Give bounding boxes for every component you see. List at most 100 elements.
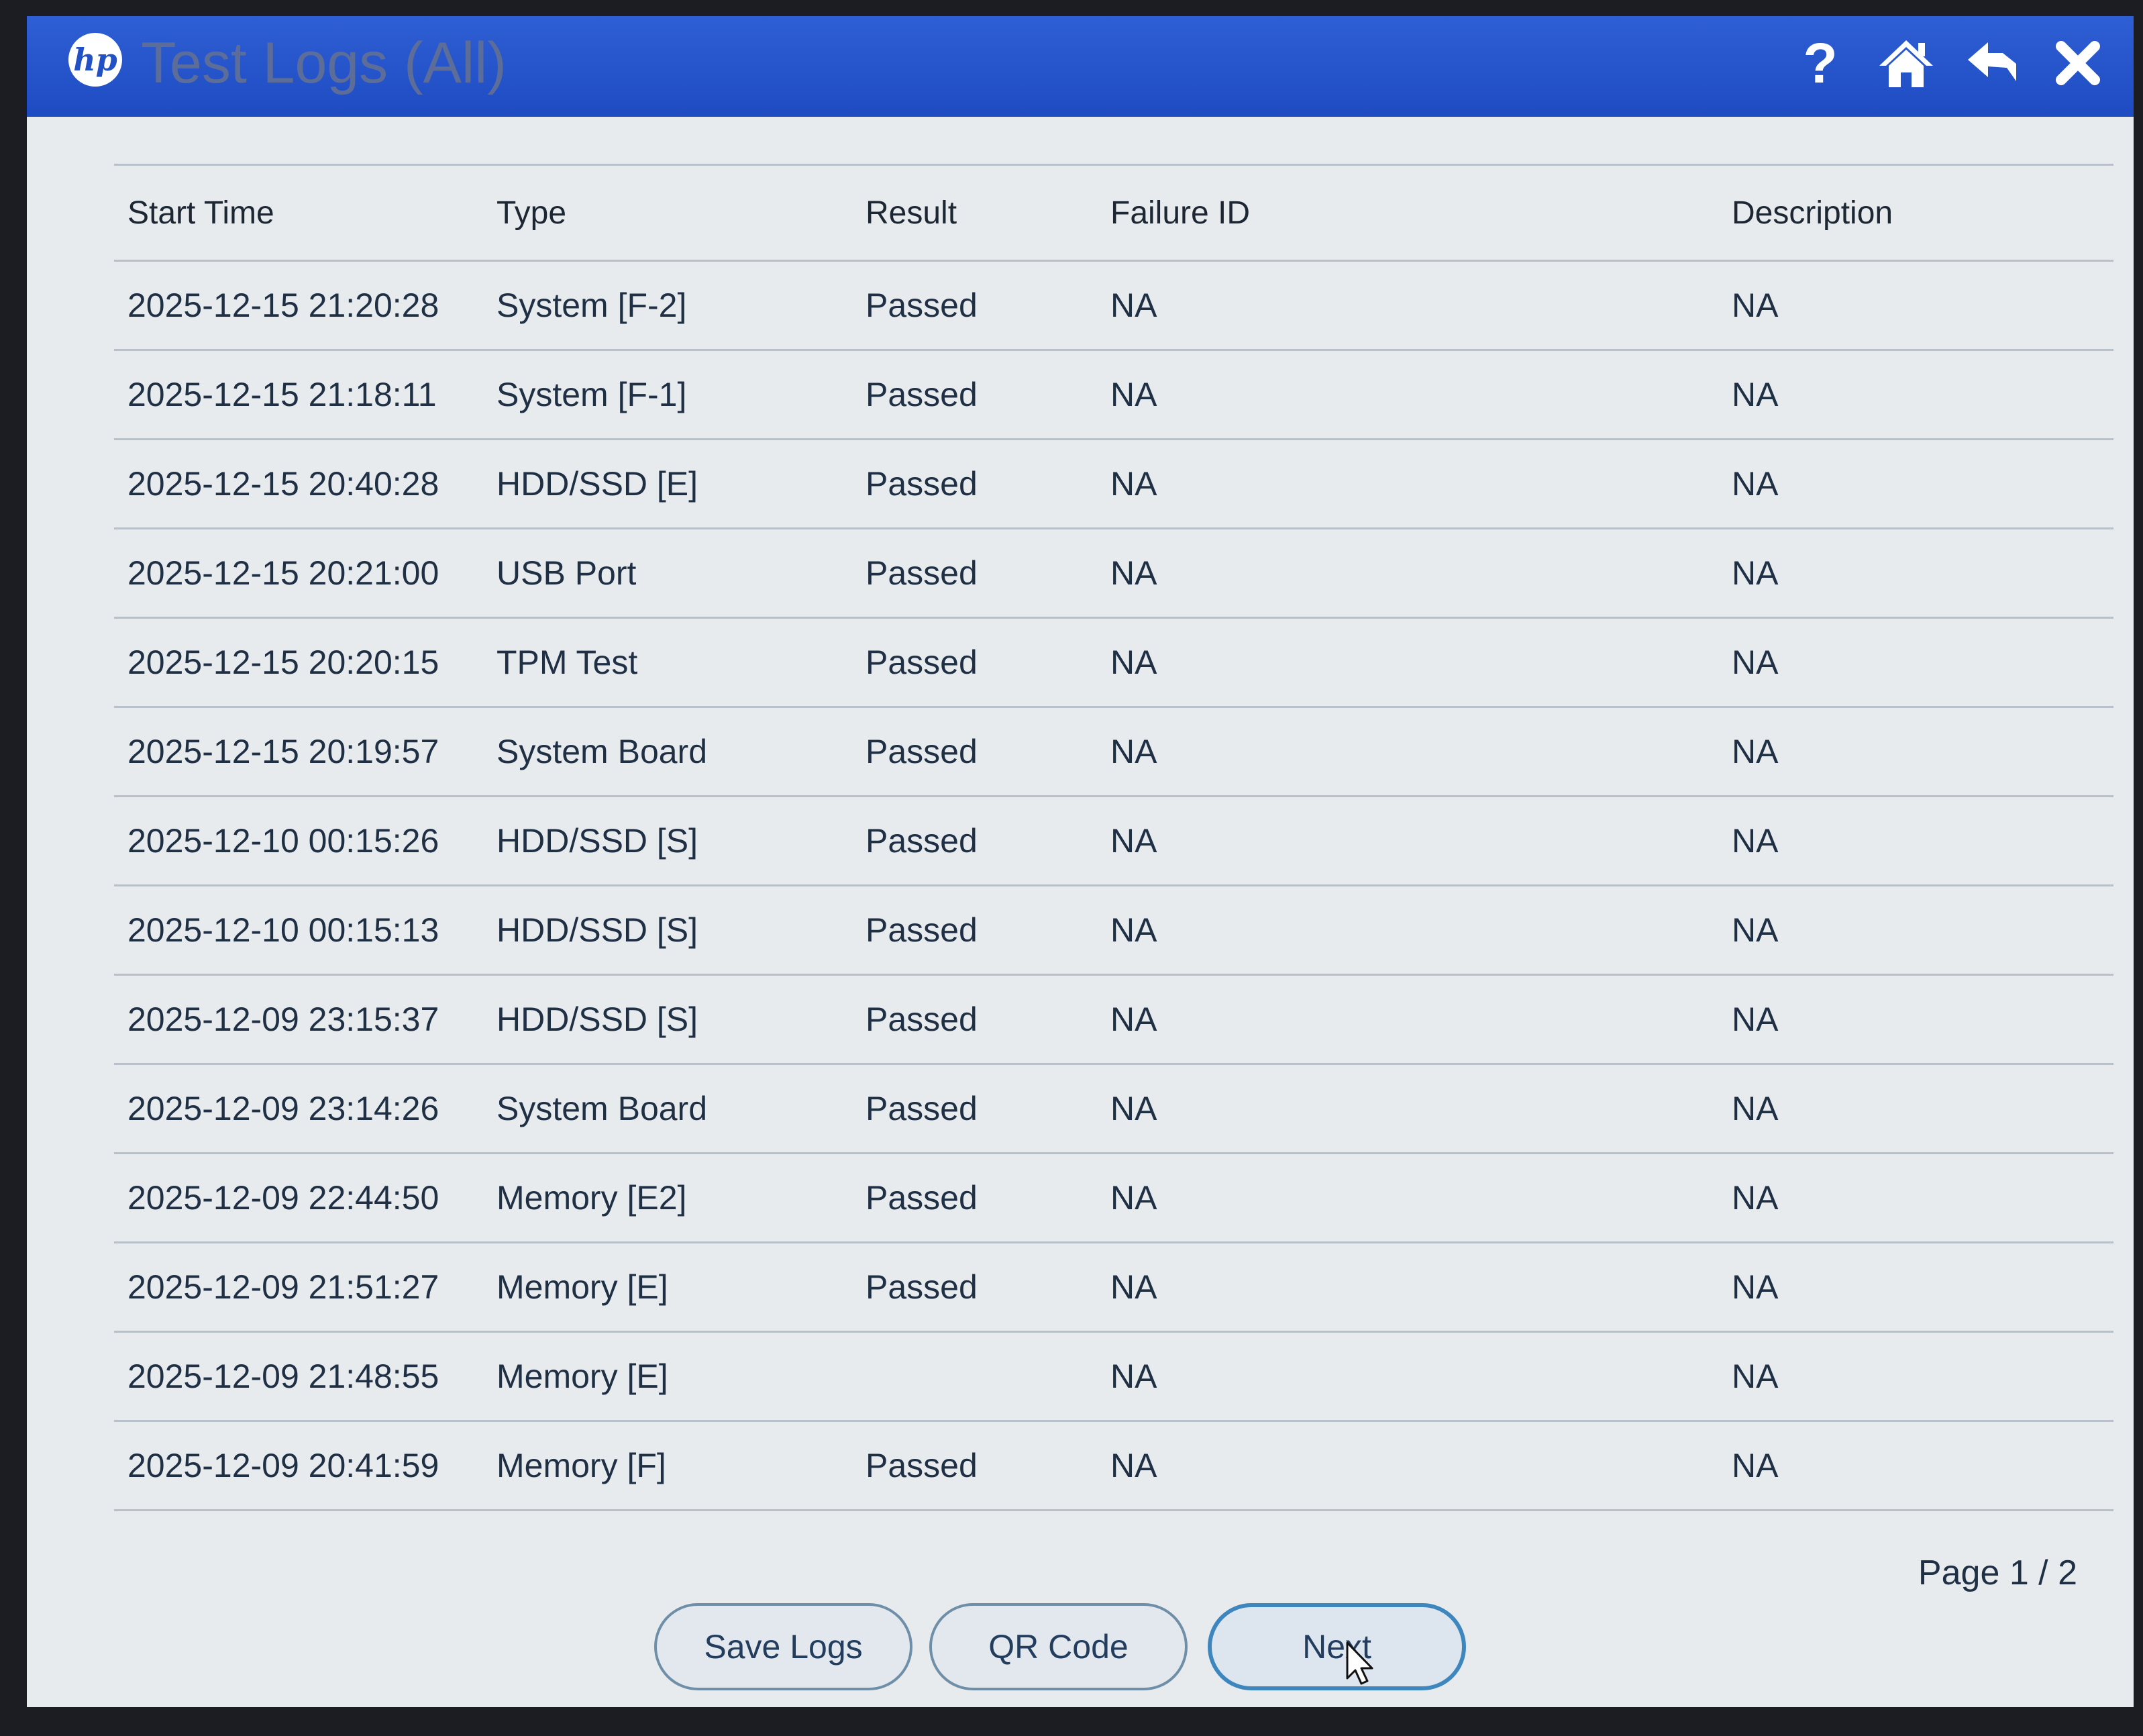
failure-id-cell: NA	[1110, 644, 1157, 681]
table-row: 2025-12-09 23:15:37 HDD/SSD [S] Passed NA NA	[114, 976, 2113, 1065]
column-header-result: Result	[866, 195, 957, 231]
start-time-cell: 2025-12-09 20:41:59	[127, 1447, 439, 1484]
failure-id-cell: NA	[1110, 376, 1157, 413]
next-button[interactable]: Next	[1208, 1603, 1466, 1690]
type-cell: System [F-2]	[496, 287, 687, 324]
description-cell: NA	[1732, 1358, 1779, 1395]
start-time-cell: 2025-12-09 23:14:26	[127, 1090, 439, 1127]
start-time-cell: 2025-12-15 20:19:57	[127, 733, 439, 770]
type-cell: HDD/SSD [E]	[496, 465, 698, 503]
result-cell: Passed	[866, 1001, 978, 1038]
table-row: 2025-12-15 21:20:28 System [F-2] Passed NA N…	[114, 262, 2113, 351]
type-cell: System Board	[496, 733, 708, 770]
result-cell: Passed	[866, 1447, 978, 1484]
table-row: 2025-12-10 00:15:13 HDD/SSD [S] Passed NA NA	[114, 886, 2113, 976]
type-cell: System Board	[496, 1090, 708, 1127]
description-cell: NA	[1732, 554, 1779, 592]
start-time-cell: 2025-12-15 20:21:00	[127, 554, 439, 592]
description-cell: NA	[1732, 465, 1779, 503]
type-cell: Memory [F]	[496, 1447, 666, 1484]
type-cell: Memory [E2]	[496, 1179, 687, 1217]
start-time-cell: 2025-12-15 20:20:15	[127, 644, 439, 681]
start-time-cell: 2025-12-15 21:18:11	[127, 376, 437, 413]
failure-id-cell: NA	[1110, 1001, 1157, 1038]
start-time-cell: 2025-12-09 22:44:50	[127, 1179, 439, 1217]
type-cell: USB Port	[496, 554, 637, 592]
description-cell: NA	[1732, 1090, 1779, 1127]
help-glyph: ?	[1803, 32, 1838, 95]
hp-logo: hp	[68, 33, 122, 87]
start-time-cell: 2025-12-09 21:48:55	[127, 1358, 439, 1395]
back-icon[interactable]	[1955, 30, 2029, 97]
table-row: 2025-12-09 23:14:26 System Board Passed NA N…	[114, 1065, 2113, 1154]
window-title: Test Logs (All)	[141, 31, 507, 95]
page-indicator: Page 1 / 2	[1918, 1553, 2077, 1592]
failure-id-cell: NA	[1110, 1090, 1157, 1127]
failure-id-cell: NA	[1110, 1358, 1157, 1395]
table-row: 2025-12-09 22:44:50 Memory [E2] Passed NA NA	[114, 1154, 2113, 1243]
description-cell: NA	[1732, 1179, 1779, 1217]
type-cell: Memory [E]	[496, 1268, 668, 1306]
type-cell: HDD/SSD [S]	[496, 822, 698, 860]
type-cell: System [F-1]	[496, 376, 687, 413]
type-cell: TPM Test	[496, 644, 638, 681]
start-time-cell: 2025-12-09 23:15:37	[127, 1001, 439, 1038]
failure-id-cell: NA	[1110, 1447, 1157, 1484]
table-body: 2025-12-15 21:20:28 System [F-2] Passed NA N…	[114, 262, 2113, 1511]
description-cell: NA	[1732, 287, 1779, 324]
table-row: 2025-12-09 21:48:55 Memory [E] NA NA	[114, 1333, 2113, 1422]
start-time-cell: 2025-12-15 20:40:28	[127, 465, 439, 503]
description-cell: NA	[1732, 644, 1779, 681]
description-cell: NA	[1732, 1447, 1779, 1484]
result-cell: Passed	[866, 554, 978, 592]
table-row: 2025-12-09 20:41:59 Memory [F] Passed NA NA	[114, 1422, 2113, 1511]
description-cell: NA	[1732, 1268, 1779, 1306]
start-time-cell: 2025-12-10 00:15:26	[127, 822, 439, 860]
table-row: 2025-12-15 20:21:00 USB Port Passed NA NA	[114, 529, 2113, 619]
table-row: 2025-12-15 20:20:15 TPM Test Passed NA NA	[114, 619, 2113, 708]
type-cell: HDD/SSD [S]	[496, 1001, 698, 1038]
table-row: 2025-12-15 20:19:57 System Board Passed NA N…	[114, 708, 2113, 797]
failure-id-cell: NA	[1110, 1268, 1157, 1306]
table-row: 2025-12-15 20:40:28 HDD/SSD [E] Passed NA NA	[114, 440, 2113, 529]
test-logs-table: Start Time Type Result Failure ID Descri…	[114, 164, 2113, 1511]
failure-id-cell: NA	[1110, 1179, 1157, 1217]
failure-id-cell: NA	[1110, 465, 1157, 503]
description-cell: NA	[1732, 733, 1779, 770]
column-header-failure-id: Failure ID	[1110, 195, 1251, 231]
column-header-start-time: Start Time	[127, 195, 274, 231]
result-cell: Passed	[866, 376, 978, 413]
description-cell: NA	[1732, 376, 1779, 413]
description-cell: NA	[1732, 911, 1779, 949]
table-header: Start Time Type Result Failure ID Descri…	[114, 164, 2113, 262]
result-cell: Passed	[866, 465, 978, 503]
qr-code-button[interactable]: QR Code	[929, 1603, 1188, 1690]
close-icon[interactable]	[2041, 30, 2115, 97]
help-icon[interactable]: ?	[1783, 30, 1857, 97]
title-bar: hp Test Logs (All) ?	[27, 16, 2134, 117]
column-header-description: Description	[1732, 195, 1893, 231]
result-cell: Passed	[866, 1090, 978, 1127]
description-cell: NA	[1732, 1001, 1779, 1038]
result-cell: Passed	[866, 1179, 978, 1217]
failure-id-cell: NA	[1110, 287, 1157, 324]
type-cell: HDD/SSD [S]	[496, 911, 698, 949]
failure-id-cell: NA	[1110, 911, 1157, 949]
table-row: 2025-12-15 21:18:11 System [F-1] Passed NA N…	[114, 351, 2113, 440]
result-cell: Passed	[866, 287, 978, 324]
result-cell: Passed	[866, 911, 978, 949]
mouse-cursor-icon	[1346, 1641, 1373, 1685]
type-cell: Memory [E]	[496, 1358, 668, 1395]
save-logs-button[interactable]: Save Logs	[654, 1603, 912, 1690]
start-time-cell: 2025-12-10 00:15:13	[127, 911, 439, 949]
title-bar-icons: ?	[1771, 30, 2115, 97]
failure-id-cell: NA	[1110, 822, 1157, 860]
failure-id-cell: NA	[1110, 733, 1157, 770]
failure-id-cell: NA	[1110, 554, 1157, 592]
home-icon[interactable]	[1869, 30, 1943, 97]
table-row: 2025-12-09 21:51:27 Memory [E] Passed NA NA	[114, 1243, 2113, 1333]
result-cell: Passed	[866, 822, 978, 860]
result-cell: Passed	[866, 644, 978, 681]
description-cell: NA	[1732, 822, 1779, 860]
table-row: 2025-12-10 00:15:26 HDD/SSD [S] Passed NA NA	[114, 797, 2113, 886]
